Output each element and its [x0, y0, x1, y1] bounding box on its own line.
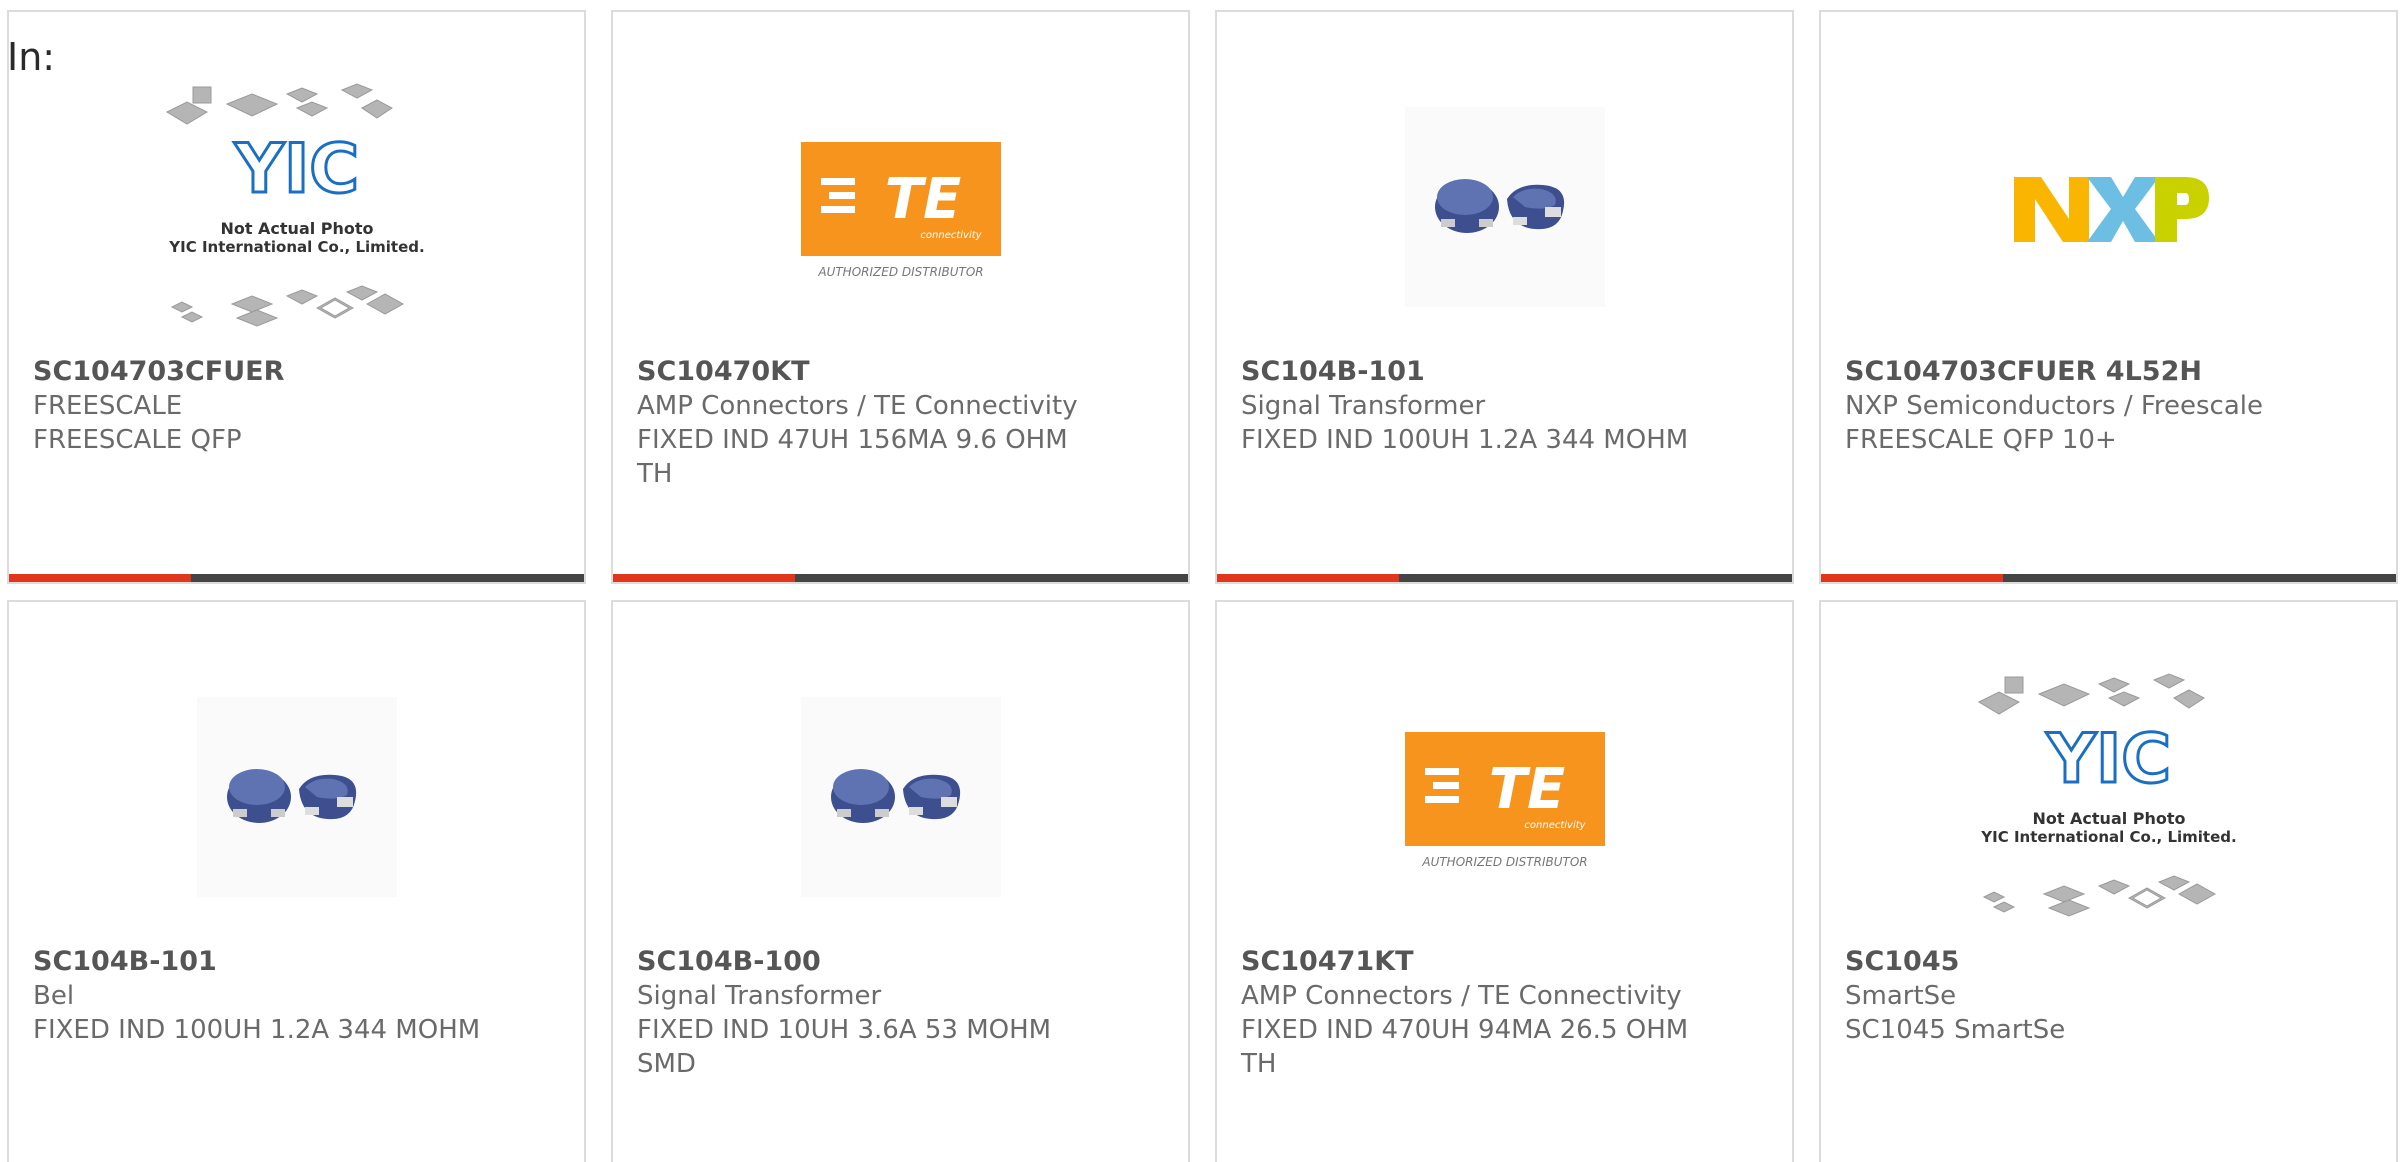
part-number-link[interactable]: SC104B-100 [637, 945, 1097, 979]
product-card[interactable]: SC104703CFUER 4L52H NXP Semiconductors / … [1819, 10, 2398, 584]
product-card[interactable]: SC104B-101 Signal Transformer FIXED IND 10… [1215, 10, 1794, 584]
placeholder-caption-2: YIC International Co., Limited. [1980, 828, 2236, 846]
nxp-logo [2013, 177, 2209, 242]
inductor-photo [196, 697, 397, 897]
product-info: SC10471KT AMP Connectors / TE Connectivit… [1241, 945, 1701, 1081]
product-info: SC1045 SmartSe SC1045 SmartSe [1845, 945, 2305, 1047]
manufacturer-name: NXP Semiconductors / Freescale [1845, 391, 2264, 421]
manufacturer-name: Signal Transformer [637, 981, 882, 1011]
product-info: SC104B-101 Signal Transformer FIXED IND 10… [1241, 355, 1701, 457]
product-image[interactable] [1365, 62, 1645, 352]
part-number-link[interactable]: SC104703CFUER [33, 355, 493, 389]
te-connectivity-logo: TE connectivity AUTHORIZED DISTRIBUTOR [1404, 732, 1605, 869]
placeholder-caption-1: Not Actual Photo [220, 219, 373, 238]
part-description: SC1045 SmartSe [1845, 1015, 2066, 1045]
card-footer-accent [9, 574, 191, 582]
yic-logo: YIC [233, 130, 358, 209]
product-card[interactable]: TE connectivity AUTHORIZED DISTRIBUTOR S… [611, 10, 1190, 584]
card-footer-accent [613, 574, 795, 582]
product-card[interactable]: YIC Not Actual Photo YIC International C… [7, 10, 586, 584]
product-card[interactable]: TE connectivity AUTHORIZED DISTRIBUTOR S… [1215, 600, 1794, 1162]
yic-logo: YIC [2045, 720, 2170, 799]
part-description: FIXED IND 100UH 1.2A 344 MOHM [33, 1015, 481, 1045]
inductor-photo [1404, 107, 1605, 307]
manufacturer-name: SmartSe [1845, 981, 1957, 1011]
part-number-link[interactable]: SC1045 [1845, 945, 2305, 979]
product-image[interactable]: YIC Not Actual Photo YIC International C… [157, 62, 437, 352]
product-grid-page: In: YIC Not Actual Photo YIC Internation… [0, 0, 2400, 1162]
part-number-link[interactable]: SC10470KT [637, 355, 1097, 389]
svg-text:connectivity: connectivity [920, 230, 982, 241]
product-card[interactable]: SC104B-101 Bel FIXED IND 100UH 1.2A 344 MO… [7, 600, 586, 1162]
part-description: FIXED IND 470UH 94MA 26.5 OHM TH [1241, 1015, 1689, 1079]
product-card[interactable]: YIC Not Actual Photo YIC International C… [1819, 600, 2398, 1162]
part-number-link[interactable]: SC104703CFUER 4L52H [1845, 355, 2305, 389]
manufacturer-name: Signal Transformer [1241, 391, 1486, 421]
part-number-link[interactable]: SC10471KT [1241, 945, 1701, 979]
placeholder-image: YIC Not Actual Photo YIC International C… [165, 83, 424, 327]
inductor-photo [800, 697, 1001, 897]
placeholder-caption-1: Not Actual Photo [2032, 809, 2185, 828]
manufacturer-name: FREESCALE [33, 391, 183, 421]
part-number-link[interactable]: SC104B-101 [1241, 355, 1701, 389]
svg-text:AUTHORIZED DISTRIBUTOR: AUTHORIZED DISTRIBUTOR [817, 265, 983, 279]
product-card[interactable]: SC104B-100 Signal Transformer FIXED IND 10… [611, 600, 1190, 1162]
product-image[interactable] [157, 652, 437, 942]
part-number-link[interactable]: SC104B-101 [33, 945, 493, 979]
card-footer-bar [1217, 574, 1792, 582]
card-footer-accent [1821, 574, 2003, 582]
svg-text:TE: TE [884, 167, 960, 232]
product-image[interactable] [1969, 62, 2249, 352]
svg-text:AUTHORIZED DISTRIBUTOR: AUTHORIZED DISTRIBUTOR [1421, 855, 1587, 869]
te-connectivity-logo: TE connectivity AUTHORIZED DISTRIBUTOR [800, 142, 1001, 279]
card-footer-bar [1821, 574, 2396, 582]
manufacturer-name: Bel [33, 981, 75, 1011]
manufacturer-name: AMP Connectors / TE Connectivity [637, 391, 1078, 421]
product-image[interactable] [761, 652, 1041, 942]
placeholder-image: YIC Not Actual Photo YIC International C… [1977, 673, 2236, 917]
card-footer-bar [9, 574, 584, 582]
part-description: FIXED IND 100UH 1.2A 344 MOHM [1241, 425, 1689, 455]
product-image[interactable]: YIC Not Actual Photo YIC International C… [1969, 652, 2249, 942]
svg-text:TE: TE [1488, 757, 1564, 822]
card-footer-accent [1217, 574, 1399, 582]
part-description: FIXED IND 10UH 3.6A 53 MOHM SMD [637, 1015, 1052, 1079]
product-info: SC104703CFUER FREESCALE FREESCALE QFP [33, 355, 493, 457]
svg-text:connectivity: connectivity [1524, 820, 1586, 831]
in-label: In: [7, 35, 56, 79]
product-info: SC104703CFUER 4L52H NXP Semiconductors / … [1845, 355, 2305, 457]
part-description: FREESCALE QFP [33, 425, 242, 455]
part-description: FREESCALE QFP 10+ [1845, 425, 2117, 455]
part-description: FIXED IND 47UH 156MA 9.6 OHM TH [637, 425, 1068, 489]
card-footer-bar [613, 574, 1188, 582]
product-info: SC10470KT AMP Connectors / TE Connectivit… [637, 355, 1097, 491]
product-info: SC104B-100 Signal Transformer FIXED IND 10… [637, 945, 1097, 1081]
product-image[interactable]: TE connectivity AUTHORIZED DISTRIBUTOR [1365, 652, 1645, 942]
product-grid: YIC Not Actual Photo YIC International C… [7, 10, 2398, 1162]
manufacturer-name: AMP Connectors / TE Connectivity [1241, 981, 1682, 1011]
product-image[interactable]: TE connectivity AUTHORIZED DISTRIBUTOR [761, 62, 1041, 352]
product-info: SC104B-101 Bel FIXED IND 100UH 1.2A 344 MO… [33, 945, 493, 1047]
placeholder-caption-2: YIC International Co., Limited. [168, 238, 424, 256]
